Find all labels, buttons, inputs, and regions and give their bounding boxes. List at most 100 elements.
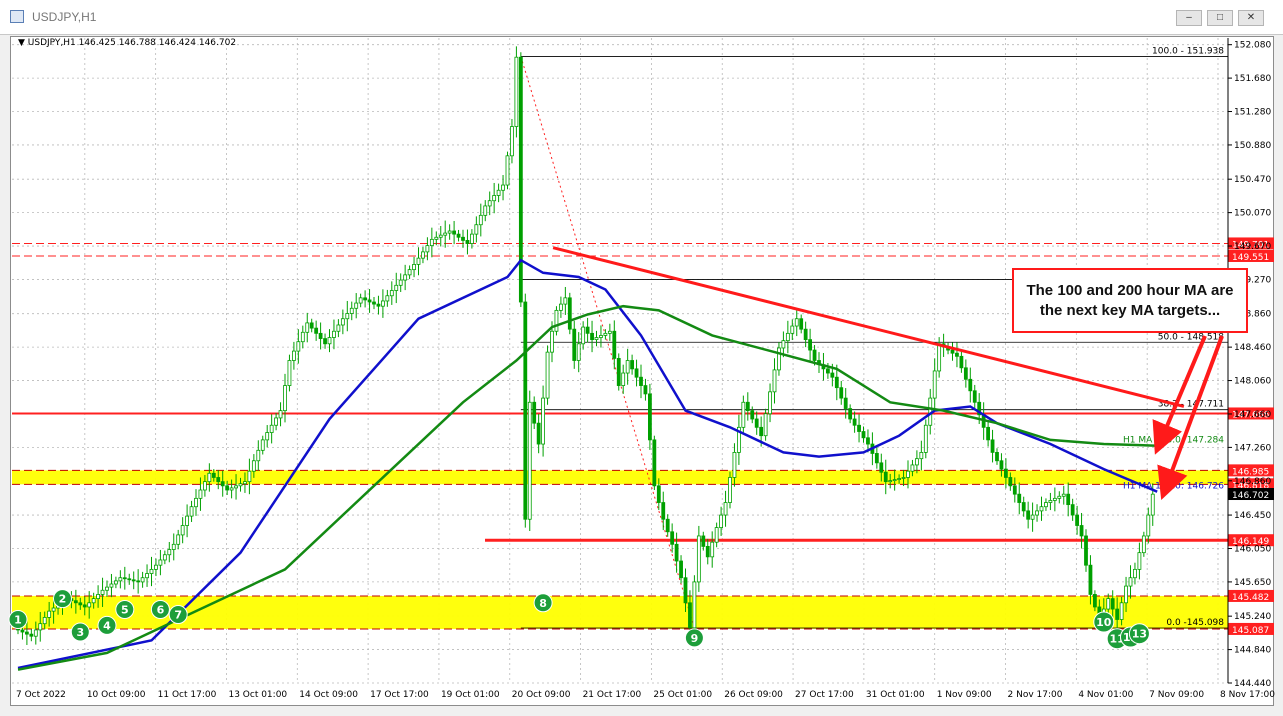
candle-body	[1057, 495, 1062, 499]
candle-body	[260, 439, 265, 451]
candle-body	[754, 418, 759, 428]
time-tick-label: 13 Oct 01:00	[228, 690, 287, 700]
candle-body	[719, 514, 723, 528]
candle-body	[1137, 552, 1142, 570]
candle-body	[1048, 500, 1053, 503]
time-tick-label: 2 Nov 17:00	[1008, 690, 1063, 700]
candle-body	[683, 577, 688, 604]
candle-body	[461, 236, 465, 241]
candle-body	[327, 337, 332, 345]
candle-body	[705, 545, 710, 558]
price-chart[interactable]: 100.0 - 151.93850.0 - 148.51838.2 - 147.…	[0, 0, 1283, 716]
candle-body	[429, 238, 434, 247]
candle-body	[510, 126, 514, 157]
candle-body	[278, 410, 283, 419]
candle-body	[1026, 510, 1031, 520]
candle-body	[211, 472, 216, 478]
candle-body	[318, 332, 323, 339]
price-tick-label: 152.080	[1234, 41, 1271, 51]
count-marker-label: 1	[14, 614, 22, 627]
candle-body	[73, 600, 78, 604]
candle-body	[185, 515, 190, 526]
candle-body	[225, 485, 230, 491]
price-axis: 149.701149.551147.666146.985146.818146.1…	[1227, 38, 1274, 689]
candle-body	[879, 462, 884, 473]
candle-body	[189, 506, 194, 517]
candle-body	[154, 564, 158, 570]
candle-body	[572, 328, 577, 361]
candle-body	[314, 327, 319, 334]
candle-body	[590, 332, 594, 341]
candle-body	[901, 477, 906, 479]
candle-body	[1119, 602, 1124, 620]
candle-body	[741, 401, 746, 428]
candle-body	[145, 573, 149, 579]
candle-body	[447, 230, 452, 234]
candle-body	[848, 408, 853, 420]
candle-body	[639, 376, 643, 386]
candle-body	[518, 56, 523, 303]
candle-body	[585, 326, 590, 334]
candle-body	[915, 458, 919, 466]
candle-body	[496, 189, 501, 196]
candle-body	[487, 200, 492, 207]
candle-body	[768, 391, 772, 415]
price-tick-label: 144.440	[1234, 679, 1271, 689]
candle-body	[1066, 493, 1071, 506]
support-zone	[12, 470, 1228, 485]
candle-body	[105, 586, 109, 591]
candle-body	[443, 232, 448, 236]
current-price-label: 146.702	[1232, 491, 1269, 501]
support-zones	[12, 470, 1228, 629]
level-tag-label: 145.087	[1232, 626, 1269, 636]
candle-body	[465, 239, 470, 244]
time-tick-label: 1 Nov 09:00	[937, 690, 992, 700]
ma200-label: H1 MA 200.0: 147.284	[1123, 436, 1224, 446]
count-marker-label: 2	[59, 593, 67, 606]
candle-body	[968, 378, 973, 392]
price-tick-label: 150.470	[1234, 175, 1271, 185]
candle-body	[114, 580, 118, 585]
candle-body	[398, 279, 403, 286]
count-marker-label: 10	[1096, 616, 1112, 629]
candle-body	[648, 393, 652, 441]
candle-body	[1141, 535, 1146, 554]
candle-body	[995, 452, 999, 462]
time-tick-label: 21 Oct 17:00	[583, 690, 642, 700]
candle-body	[701, 535, 706, 547]
candle-body	[20, 629, 25, 633]
candle-body	[109, 583, 114, 588]
candle-body	[474, 224, 479, 235]
count-marker-label: 13	[1132, 628, 1147, 641]
candle-body	[812, 349, 817, 361]
candle-body	[826, 368, 830, 374]
candle-body	[803, 328, 808, 341]
candle-body	[1008, 477, 1013, 487]
candle-body	[265, 432, 270, 441]
candle-body	[554, 309, 559, 332]
candle-body	[634, 368, 639, 378]
candle-body	[149, 568, 154, 574]
time-tick-label: 8 Nov 17:00	[1220, 690, 1275, 700]
candle-body	[180, 525, 185, 536]
candle-body	[229, 487, 234, 491]
count-marker-label: 9	[691, 632, 699, 645]
candle-body	[1044, 502, 1048, 508]
candle-body	[416, 257, 421, 265]
candle-body	[389, 290, 394, 297]
candle-body	[1061, 493, 1066, 497]
candle-body	[906, 470, 910, 478]
candle-body	[599, 335, 603, 338]
candle-body	[220, 481, 225, 487]
price-tick-label: 146.860	[1234, 477, 1271, 487]
candle-body	[176, 534, 181, 545]
candle-body	[425, 245, 430, 253]
symbol-info: ▼ USDJPY,H1 146.425 146.788 146.424 146.…	[18, 38, 237, 48]
candle-body	[234, 485, 238, 489]
candle-body	[834, 376, 839, 389]
time-tick-label: 14 Oct 09:00	[299, 690, 358, 700]
candle-body	[434, 236, 439, 240]
candle-body	[403, 274, 408, 281]
candle-body	[336, 324, 341, 332]
fib-level-label: 0.0 -145.098	[1166, 618, 1224, 628]
